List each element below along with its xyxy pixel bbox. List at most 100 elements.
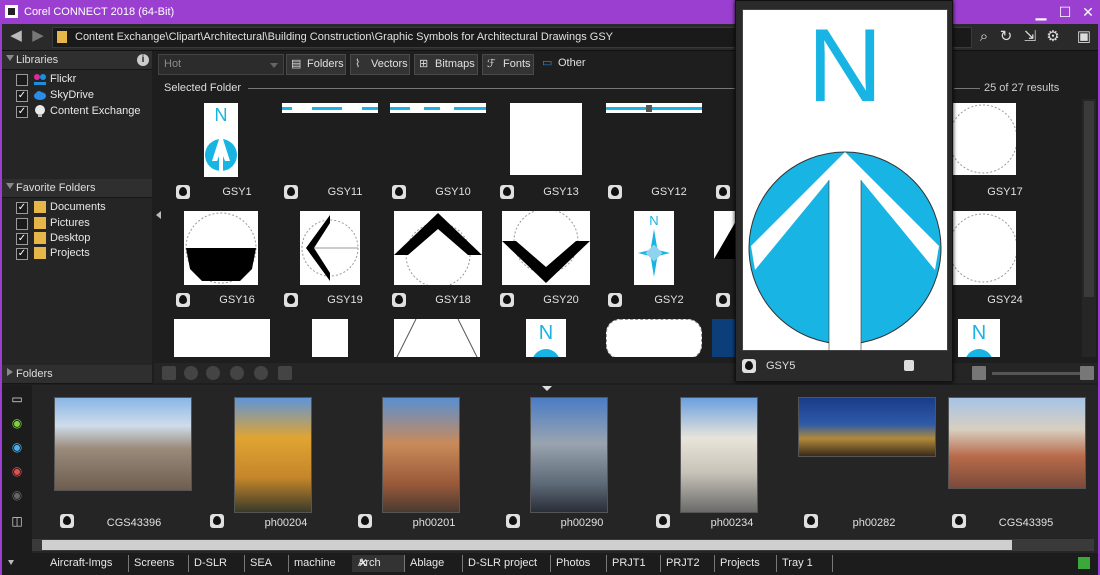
tray-thumbnail[interactable]	[234, 397, 312, 513]
thumbnail-item[interactable]: GSY16	[172, 211, 280, 319]
thumbnail-item[interactable]: GSY11	[280, 103, 388, 211]
checkbox[interactable]: ✓	[16, 248, 28, 260]
pin-icon[interactable]	[500, 185, 514, 199]
pin-icon[interactable]	[506, 514, 520, 528]
pin-icon[interactable]	[608, 293, 622, 307]
pin-icon[interactable]	[392, 293, 406, 307]
scrollbar-thumb[interactable]	[1084, 101, 1094, 297]
close-tab-icon[interactable]: ✕	[358, 556, 398, 570]
vector-icon[interactable]	[184, 366, 198, 380]
tray-thumbnail[interactable]	[680, 397, 758, 513]
vector-icon[interactable]: ◉	[9, 415, 25, 431]
tab-sea[interactable]: SEA	[244, 555, 289, 572]
grid-view-icon[interactable]	[972, 366, 986, 380]
back-icon[interactable]: ◀	[8, 28, 24, 44]
tray-thumbnail[interactable]	[54, 397, 192, 491]
pin-icon[interactable]	[952, 514, 966, 528]
font-icon[interactable]	[230, 366, 244, 380]
folder-icon[interactable]	[162, 366, 176, 380]
pin-icon[interactable]	[358, 514, 372, 528]
tab-arch[interactable]: Arch ✕	[352, 555, 405, 572]
checkbox[interactable]: ✓	[16, 202, 28, 214]
pin-icon[interactable]	[656, 514, 670, 528]
thumbnail-item[interactable]: GSY24	[940, 211, 1048, 319]
checkbox[interactable]: ✓	[16, 106, 28, 118]
thumbnail-item[interactable]: N GSY2	[604, 211, 712, 319]
zoom-slider[interactable]	[992, 372, 1080, 375]
thumbnail-item[interactable]: GSY20	[496, 211, 604, 319]
vertical-scrollbar[interactable]	[1082, 99, 1096, 357]
sort-dropdown[interactable]: Hot	[158, 54, 284, 75]
forward-icon[interactable]: ▶	[30, 28, 46, 44]
tab-projects[interactable]: Projects	[714, 555, 777, 572]
thumbnail-item[interactable]: GSY19	[280, 211, 388, 319]
pin-icon[interactable]	[176, 293, 190, 307]
thumbnail-item[interactable]	[604, 319, 712, 357]
filter-vectors-button[interactable]: ⌇ Vectors	[350, 54, 410, 75]
document-icon[interactable]	[278, 366, 292, 380]
tray-add-icon[interactable]	[904, 360, 914, 371]
tab-prjt2[interactable]: PRJT2	[660, 555, 715, 572]
checkbox[interactable]	[16, 74, 28, 86]
minimize-button[interactable]: ▁	[1029, 2, 1053, 22]
tray-collapse-icon[interactable]	[542, 386, 552, 391]
pin-icon[interactable]	[284, 185, 298, 199]
bitmap-icon[interactable]	[206, 366, 220, 380]
filter-bitmaps-button[interactable]: ⊞ Bitmaps	[414, 54, 478, 75]
bitmap-icon[interactable]: ◉	[9, 439, 25, 455]
tab-screens[interactable]: Screens	[128, 555, 189, 572]
tab-machine[interactable]: machine	[288, 555, 353, 572]
other-icon[interactable]: ◉	[9, 487, 25, 503]
pin-icon[interactable]	[500, 293, 514, 307]
tab-d-slr-project[interactable]: D-SLR project	[462, 555, 551, 572]
folders-header[interactable]: Folders	[2, 365, 152, 384]
thumbnail-item[interactable]: GSY13	[496, 103, 604, 211]
libraries-header[interactable]: Libraries i	[2, 51, 152, 70]
filter-other-button[interactable]: ▭ Other	[538, 54, 598, 73]
tray-thumbnail[interactable]	[530, 397, 608, 513]
tab-d-slr[interactable]: D-SLR	[188, 555, 245, 572]
tab-prjt1[interactable]: PRJT1	[606, 555, 661, 572]
favorites-header[interactable]: Favorite Folders	[2, 179, 152, 198]
large-view-icon[interactable]	[1080, 366, 1094, 380]
maximize-button[interactable]: ☐	[1053, 2, 1077, 22]
export-icon[interactable]: ⇲	[1020, 27, 1040, 47]
tab-aircraft-imgs[interactable]: Aircraft-Imgs	[44, 555, 129, 572]
filter-folders-button[interactable]: ▤ Folders	[286, 54, 346, 75]
close-button[interactable]: ✕	[1076, 2, 1100, 22]
checkbox[interactable]	[16, 218, 28, 230]
pin-icon[interactable]	[716, 293, 730, 307]
checkbox[interactable]: ✓	[16, 233, 28, 245]
thumbnail-item[interactable]: N GSY1	[172, 103, 280, 211]
scrollbar-thumb[interactable]	[42, 540, 1012, 550]
tray-new-icon[interactable]: ◫	[9, 513, 25, 529]
tab-photos[interactable]: Photos	[550, 555, 607, 572]
search-icon[interactable]: ⌕	[974, 27, 994, 47]
tabs-menu-icon[interactable]	[8, 560, 14, 565]
thumbnail-item[interactable]	[172, 319, 280, 357]
thumbnail-item[interactable]: GSY12	[604, 103, 712, 211]
thumbnail-item[interactable]	[388, 319, 496, 357]
checkbox[interactable]: ✓	[16, 90, 28, 102]
pin-icon[interactable]	[804, 514, 818, 528]
thumbnail-item[interactable]: N	[940, 319, 1048, 357]
tray-thumbnail[interactable]	[382, 397, 460, 513]
thumbnail-item[interactable]: GSY17	[940, 103, 1048, 211]
pin-icon[interactable]	[608, 185, 622, 199]
pin-icon[interactable]	[716, 185, 730, 199]
panel-icon[interactable]: ▣	[1074, 27, 1094, 47]
tab-ablage[interactable]: Ablage	[404, 555, 463, 572]
pin-icon[interactable]	[210, 514, 224, 528]
other-icon[interactable]	[254, 366, 268, 380]
thumbnail-item[interactable]: GSY10	[388, 103, 496, 211]
folder-icon[interactable]: ▭	[9, 391, 25, 407]
tab-tray-1[interactable]: Tray 1	[776, 555, 833, 572]
thumbnail-item[interactable]: N	[496, 319, 604, 357]
pin-icon[interactable]	[284, 293, 298, 307]
horizontal-scrollbar[interactable]	[32, 539, 1094, 551]
filter-fonts-button[interactable]: ℱ Fonts	[482, 54, 534, 75]
font-icon[interactable]: ◉	[9, 463, 25, 479]
tray-thumbnail[interactable]	[948, 397, 1086, 489]
pin-icon[interactable]	[60, 514, 74, 528]
refresh-icon[interactable]: ↻	[996, 27, 1016, 47]
